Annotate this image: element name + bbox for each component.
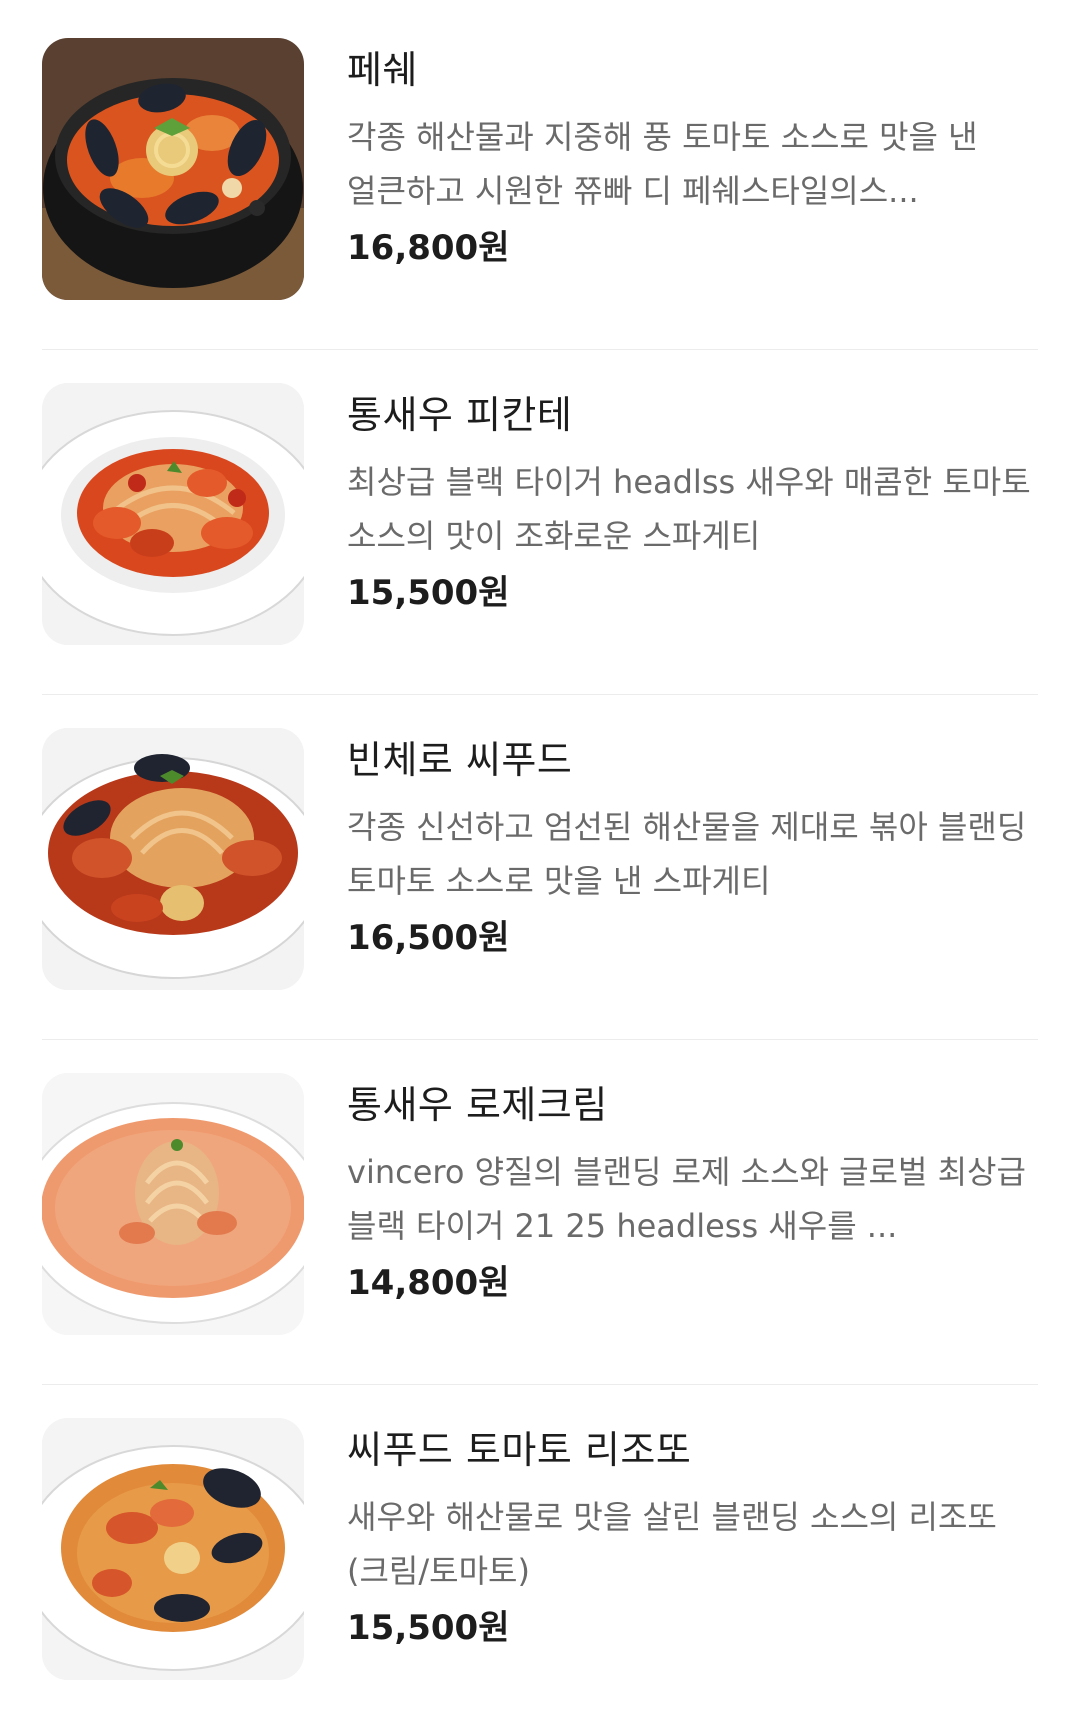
menu-item-photo: [42, 728, 304, 990]
menu-item[interactable]: 통새우 로제크림 vincero 양질의 블랜딩 로제 소스와 글로벌 최상급 …: [42, 1035, 1038, 1385]
menu-item-name: 빈체로 씨푸드: [347, 738, 573, 782]
seafood-risotto-photo-icon: [42, 1418, 304, 1680]
menu-item-info: 페쉐 각종 해산물과 지중해 풍 토마토 소스로 맛을 낸 얼큰하고 시원한 쮸…: [347, 48, 1039, 270]
menu-item-info: 빈체로 씨푸드 각종 신선하고 엄선된 해산물을 제대로 볶아 블랜딩 토마토 …: [347, 738, 1039, 960]
menu-item-price: 15,500원: [347, 1608, 510, 1648]
menu-item-name: 씨푸드 토마토 리조또: [347, 1428, 692, 1472]
seafood-stew-photo-icon: [42, 38, 304, 300]
menu-item-description: vincero 양질의 블랜딩 로제 소스와 글로벌 최상급 블랙 타이거 21…: [347, 1153, 1026, 1245]
menu-item[interactable]: 씨푸드 토마토 리조또 새우와 해산물로 맛을 살린 블랜딩 소스의 리조또 (…: [42, 1380, 1038, 1730]
menu-item[interactable]: 페쉐 각종 해산물과 지중해 풍 토마토 소스로 맛을 낸 얼큰하고 시원한 쮸…: [42, 0, 1038, 350]
menu-item-price: 16,800원: [347, 228, 510, 268]
seafood-spaghetti-photo-icon: [42, 728, 304, 990]
menu-item[interactable]: 빈체로 씨푸드 각종 신선하고 엄선된 해산물을 제대로 볶아 블랜딩 토마토 …: [42, 690, 1038, 1040]
menu-item-info: 통새우 피칸테 최상급 블랙 타이거 headlss 새우와 매콤한 토마토 소…: [347, 393, 1039, 615]
menu-item-description: 각종 신선하고 엄선된 해산물을 제대로 볶아 블랜딩 토마토 소스로 맛을 낸…: [347, 808, 1027, 900]
rose-cream-pasta-photo-icon: [42, 1073, 304, 1335]
menu-item-price: 15,500원: [347, 573, 510, 613]
menu-item-name: 통새우 피칸테: [347, 393, 573, 437]
menu-item-photo: [42, 383, 304, 645]
menu-item-name: 페쉐: [347, 48, 418, 92]
menu-item-info: 씨푸드 토마토 리조또 새우와 해산물로 맛을 살린 블랜딩 소스의 리조또 (…: [347, 1428, 1039, 1650]
menu-item-price: 14,800원: [347, 1263, 510, 1303]
menu-item-photo: [42, 1418, 304, 1680]
menu-item-photo: [42, 1073, 304, 1335]
shrimp-spaghetti-photo-icon: [42, 383, 304, 645]
menu-item-description: 각종 해산물과 지중해 풍 토마토 소스로 맛을 낸 얼큰하고 시원한 쮸빠 디…: [347, 118, 978, 210]
menu-item-description: 새우와 해산물로 맛을 살린 블랜딩 소스의 리조또 (크림/토마토): [347, 1498, 997, 1590]
menu-item[interactable]: 통새우 피칸테 최상급 블랙 타이거 headlss 새우와 매콤한 토마토 소…: [42, 345, 1038, 695]
menu-item-info: 통새우 로제크림 vincero 양질의 블랜딩 로제 소스와 글로벌 최상급 …: [347, 1083, 1039, 1305]
menu-item-name: 통새우 로제크림: [347, 1083, 608, 1127]
menu-item-price: 16,500원: [347, 918, 510, 958]
menu-item-photo: [42, 38, 304, 300]
menu-item-description: 최상급 블랙 타이거 headlss 새우와 매콤한 토마토 소스의 맛이 조화…: [347, 463, 1031, 555]
